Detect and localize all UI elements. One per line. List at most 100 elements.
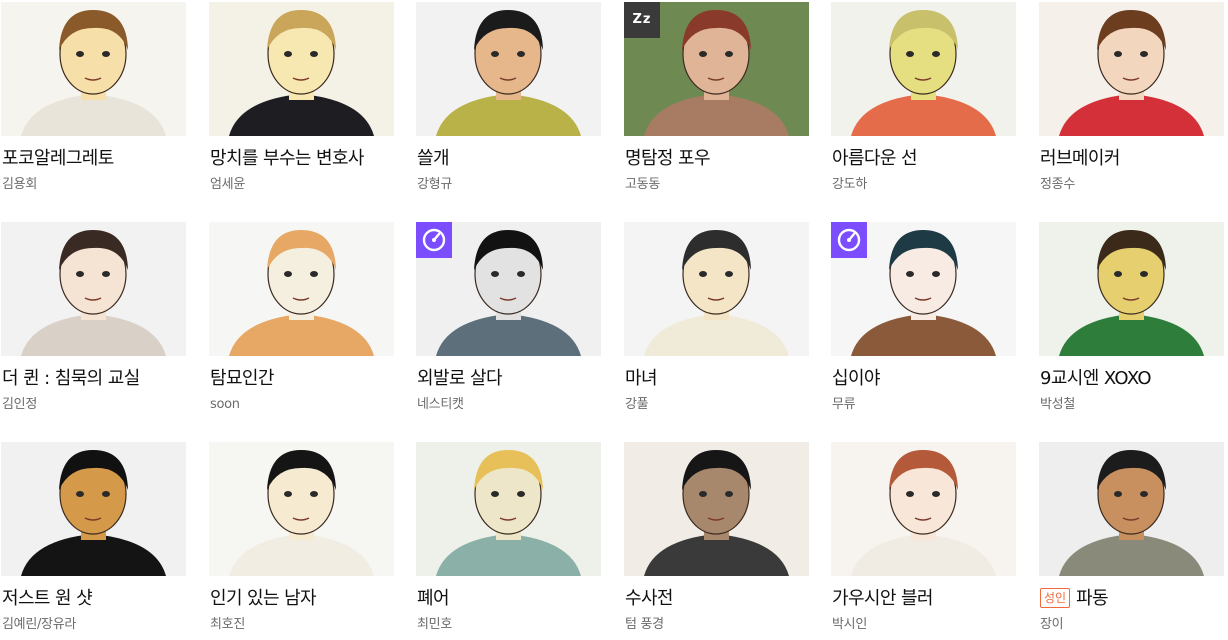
- webtoon-card[interactable]: 가우시안 블러박시인: [830, 440, 1017, 640]
- webtoon-title-text: 저스트 원 샷: [2, 588, 93, 609]
- webtoon-card[interactable]: Zz 명탐정 포우 고동동: [623, 0, 810, 200]
- webtoon-card[interactable]: 탐묘인간 soon: [208, 220, 395, 420]
- webtoon-thumbnail[interactable]: [1, 442, 186, 576]
- webtoon-thumbnail[interactable]: [1, 2, 186, 136]
- thumbnail-art: [1039, 2, 1224, 136]
- webtoon-card[interactable]: 인기 있는 남자최호진: [208, 440, 395, 640]
- webtoon-thumbnail[interactable]: [831, 222, 1016, 356]
- webtoon-author: 박성철: [1040, 397, 1075, 412]
- webtoon-title-text: 탐묘인간: [210, 368, 274, 389]
- webtoon-title[interactable]: 명탐정 포우: [625, 147, 810, 171]
- sleep-icon: Zz: [624, 2, 660, 38]
- thumbnail-art: [1, 222, 186, 356]
- webtoon-title-text: 더 퀸 : 침묵의 교실: [2, 368, 140, 389]
- webtoon-author: 엄세윤: [210, 177, 245, 192]
- webtoon-author: 김용회: [2, 177, 37, 192]
- webtoon-card[interactable]: 수사전텀 풍경: [623, 440, 810, 640]
- thumbnail-art: [416, 442, 601, 576]
- webtoon-title-text: 폐어: [417, 588, 450, 609]
- webtoon-title-text: 마녀: [625, 368, 658, 389]
- webtoon-card[interactable]: 폐어최민호: [415, 440, 602, 640]
- webtoon-card[interactable]: 9교시엔 XOXO 박성철: [1038, 220, 1225, 420]
- webtoon-card[interactable]: 더 퀸 : 침묵의 교실 김인정: [0, 220, 187, 420]
- webtoon-title[interactable]: 9교시엔 XOXO: [1040, 367, 1225, 391]
- thumbnail-art: [624, 222, 809, 356]
- webtoon-title[interactable]: 저스트 원 샷: [2, 587, 187, 611]
- webtoon-author: 무류: [832, 397, 856, 412]
- thumbnail-art: [209, 442, 394, 576]
- webtoon-author: 최민호: [417, 617, 452, 632]
- webtoon-title[interactable]: 망치를 부수는 변호사: [210, 147, 395, 171]
- webtoon-thumbnail[interactable]: [1039, 442, 1224, 576]
- webtoon-author: 텀 풍경: [625, 617, 664, 632]
- webtoon-thumbnail[interactable]: [1039, 2, 1224, 136]
- webtoon-title[interactable]: 탐묘인간: [210, 367, 395, 391]
- webtoon-author: 박시인: [832, 617, 867, 632]
- webtoon-thumbnail[interactable]: [416, 222, 601, 356]
- webtoon-thumbnail[interactable]: [416, 442, 601, 576]
- webtoon-card[interactable]: 외발로 살다 네스티캣: [415, 220, 602, 420]
- thumbnail-art: [416, 2, 601, 136]
- webtoon-title-text: 외발로 살다: [417, 368, 503, 389]
- webtoon-thumbnail[interactable]: [416, 2, 601, 136]
- thumbnail-art: [209, 222, 394, 356]
- webtoon-card[interactable]: 포코알레그레토김용회: [0, 0, 187, 200]
- webtoon-title[interactable]: 포코알레그레토: [2, 147, 187, 171]
- webtoon-thumbnail[interactable]: [624, 222, 809, 356]
- webtoon-title[interactable]: 마녀: [625, 367, 810, 391]
- webtoon-thumbnail[interactable]: Zz: [624, 2, 809, 136]
- webtoon-title[interactable]: 쓸개: [417, 147, 602, 171]
- webtoon-author: 정종수: [1040, 177, 1075, 192]
- webtoon-thumbnail[interactable]: [624, 442, 809, 576]
- webtoon-title[interactable]: 더 퀸 : 침묵의 교실: [2, 367, 187, 391]
- webtoon-title-text: 쓸개: [417, 148, 450, 169]
- thumbnail-art: [1, 2, 186, 136]
- webtoon-author: soon: [210, 397, 240, 412]
- webtoon-card[interactable]: 쓸개 강형규: [415, 0, 602, 200]
- webtoon-card[interactable]: 성인 파동장이: [1038, 440, 1225, 640]
- webtoon-grid: 포코알레그레토 김용회 망치를 부수는 변호사 엄세윤 쓸개 강형규 Zz 명탐정 포우 고동동…: [0, 0, 1228, 637]
- webtoon-title-text: 십이야: [832, 368, 880, 389]
- webtoon-title[interactable]: 외발로 살다: [417, 367, 602, 391]
- webtoon-title-text: 포코알레그레토: [2, 148, 114, 169]
- webtoon-thumbnail[interactable]: [831, 442, 1016, 576]
- webtoon-card[interactable]: 십이야무류: [830, 220, 1017, 420]
- webtoon-author: 최호진: [210, 617, 245, 632]
- webtoon-thumbnail[interactable]: [831, 2, 1016, 136]
- webtoon-author: 강도하: [832, 177, 867, 192]
- webtoon-thumbnail[interactable]: [209, 442, 394, 576]
- webtoon-title[interactable]: 가우시안 블러: [832, 587, 1017, 611]
- webtoon-author: 강풀: [625, 397, 649, 412]
- thumbnail-art: [209, 2, 394, 136]
- webtoon-title-text: 가우시안 블러: [832, 588, 933, 609]
- webtoon-author: 김예린/장유라: [2, 617, 77, 632]
- webtoon-title-text: 아름다운 선: [832, 148, 918, 169]
- timer-icon: [831, 222, 867, 258]
- webtoon-thumbnail[interactable]: [1039, 222, 1224, 356]
- webtoon-title[interactable]: 폐어: [417, 587, 602, 611]
- webtoon-title[interactable]: 아름다운 선: [832, 147, 1017, 171]
- webtoon-title[interactable]: 인기 있는 남자: [210, 587, 395, 611]
- webtoon-card[interactable]: 저스트 원 샷김예린/장유라: [0, 440, 187, 640]
- webtoon-thumbnail[interactable]: [1, 222, 186, 356]
- webtoon-card[interactable]: 망치를 부수는 변호사엄세윤: [208, 0, 395, 200]
- webtoon-title[interactable]: 수사전: [625, 587, 810, 611]
- thumbnail-art: [831, 2, 1016, 136]
- webtoon-title-text: 망치를 부수는 변호사: [210, 148, 364, 169]
- webtoon-title[interactable]: 러브메이커: [1040, 147, 1225, 171]
- webtoon-card[interactable]: 러브메이커정종수: [1038, 0, 1225, 200]
- thumbnail-art: [1039, 222, 1224, 356]
- webtoon-author: 장이: [1040, 617, 1064, 632]
- thumbnail-art: [624, 442, 809, 576]
- thumbnail-art: [1039, 442, 1224, 576]
- webtoon-title-text: 9교시엔 XOXO: [1040, 368, 1152, 389]
- webtoon-title[interactable]: 성인 파동: [1040, 587, 1225, 611]
- webtoon-title-text: 명탐정 포우: [625, 148, 711, 169]
- webtoon-card[interactable]: 마녀강풀: [623, 220, 810, 420]
- adult-badge: 성인: [1040, 588, 1071, 608]
- webtoon-thumbnail[interactable]: [209, 2, 394, 136]
- webtoon-thumbnail[interactable]: [209, 222, 394, 356]
- webtoon-title-text: 수사전: [625, 588, 673, 609]
- webtoon-title[interactable]: 십이야: [832, 367, 1017, 391]
- webtoon-card[interactable]: 아름다운 선강도하: [830, 0, 1017, 200]
